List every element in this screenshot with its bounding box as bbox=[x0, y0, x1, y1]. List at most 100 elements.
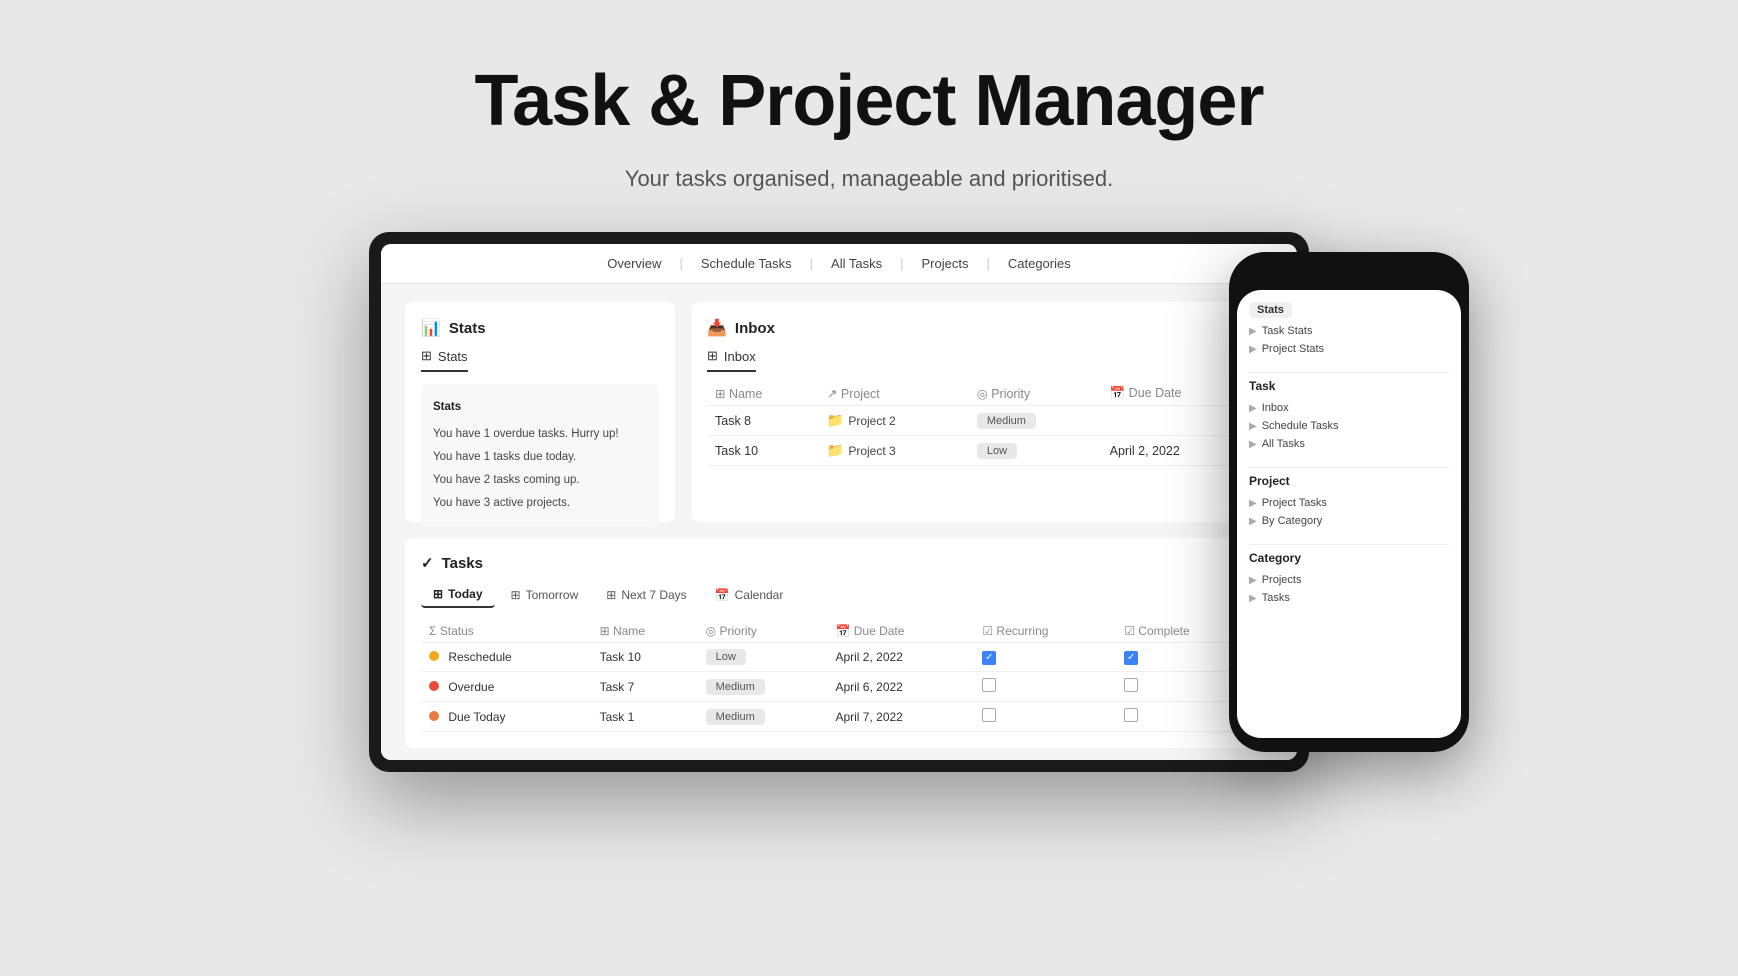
stat-msg-2: You have 1 tasks due today. bbox=[433, 446, 647, 469]
tasks-title: Tasks bbox=[442, 555, 483, 572]
phone-label-inbox: Inbox bbox=[1262, 402, 1289, 414]
stats-chart-icon: 📊 bbox=[421, 318, 441, 338]
tab-today[interactable]: ⊞ Today bbox=[421, 582, 495, 608]
inbox-row-1: Task 8 📁 Project 2 Medium bbox=[707, 406, 1257, 436]
col-priority: ◎ Priority bbox=[698, 620, 828, 643]
checkbox-complete-empty-3[interactable] bbox=[1124, 708, 1138, 722]
checkmark-icon: ✓ bbox=[421, 554, 434, 572]
nav-overview[interactable]: Overview bbox=[607, 256, 661, 271]
inbox-task-10-name: Task 10 bbox=[707, 436, 819, 466]
inbox-col-name: ⊞ Name bbox=[707, 382, 819, 406]
inbox-table: ⊞ Name ↗ Project ◎ Priority 📅 Due Date T… bbox=[707, 382, 1257, 466]
task-3-due: April 7, 2022 bbox=[827, 702, 974, 732]
inbox-panel-header: 📥 Inbox bbox=[707, 318, 1257, 338]
nav-categories[interactable]: Categories bbox=[1008, 256, 1071, 271]
phone-nav-inbox[interactable]: ▶ Inbox bbox=[1249, 399, 1449, 417]
checkbox-complete-checked[interactable]: ✓ bbox=[1124, 651, 1138, 665]
folder-icon-1: 📁 bbox=[827, 412, 844, 429]
task-2-name: Task 7 bbox=[592, 672, 698, 702]
hero-subtitle: Your tasks organised, manageable and pri… bbox=[20, 166, 1718, 192]
phone-category-title: Category bbox=[1249, 551, 1449, 565]
stats-panel: 📊 Stats ⊞ Stats Stats You have 1 overdue… bbox=[405, 302, 675, 522]
phone-label-task-stats: Task Stats bbox=[1262, 325, 1313, 337]
task-2-priority: Medium bbox=[698, 672, 828, 702]
tasks-tabs: ⊞ Today ⊞ Tomorrow ⊞ Next 7 Days 📅 bbox=[421, 582, 1257, 608]
phone-project-title: Project bbox=[1249, 474, 1449, 488]
task-2-recurring[interactable] bbox=[974, 672, 1116, 702]
nav-schedule[interactable]: Schedule Tasks bbox=[701, 256, 792, 271]
inbox-task-8-name: Task 8 bbox=[707, 406, 819, 436]
grid-icon-inbox: ⊞ bbox=[707, 348, 718, 364]
arrow-icon-5: ▶ bbox=[1249, 439, 1257, 450]
task-2-due: April 6, 2022 bbox=[827, 672, 974, 702]
phone-nav-by-category[interactable]: ▶ By Category bbox=[1249, 512, 1449, 530]
phone-device: Stats ▶ Task Stats ▶ Project Stats Task … bbox=[1229, 252, 1469, 752]
task-row-3: Due Today Task 1 Medium April 7, 2022 bbox=[421, 702, 1257, 732]
nav-sep-3: | bbox=[900, 256, 903, 271]
phone-divider-3 bbox=[1249, 544, 1449, 545]
phone-task-title: Task bbox=[1249, 379, 1449, 393]
arrow-icon-1: ▶ bbox=[1249, 326, 1257, 337]
inbox-tab-label: Inbox bbox=[724, 349, 756, 364]
phone-label-projects: Projects bbox=[1262, 574, 1302, 586]
stat-msg-1: You have 1 overdue tasks. Hurry up! bbox=[433, 423, 647, 446]
task-1-recurring[interactable]: ✓ bbox=[974, 643, 1116, 672]
phone-label-by-category: By Category bbox=[1262, 515, 1323, 527]
phone-group-task: Task ▶ Inbox ▶ Schedule Tasks ▶ All Task… bbox=[1249, 379, 1449, 453]
phone-nav-projects[interactable]: ▶ Projects bbox=[1249, 571, 1449, 589]
stat-msg-4: You have 3 active projects. bbox=[433, 492, 647, 515]
task-1-due: April 2, 2022 bbox=[827, 643, 974, 672]
phone-nav-task-stats[interactable]: ▶ Task Stats bbox=[1249, 322, 1449, 340]
inbox-task-8-project: 📁 Project 2 bbox=[819, 406, 969, 436]
stats-inner-title: Stats bbox=[433, 396, 647, 419]
arrow-icon-9: ▶ bbox=[1249, 593, 1257, 604]
phone-nav-all-tasks[interactable]: ▶ All Tasks bbox=[1249, 435, 1449, 453]
checkbox-complete-empty[interactable] bbox=[1124, 678, 1138, 692]
nav-projects[interactable]: Projects bbox=[922, 256, 969, 271]
phone-nav-project-stats[interactable]: ▶ Project Stats bbox=[1249, 340, 1449, 358]
task-2-status: Overdue bbox=[421, 672, 592, 702]
task-3-priority: Medium bbox=[698, 702, 828, 732]
task-3-name: Task 1 bbox=[592, 702, 698, 732]
phone-screen: Stats ▶ Task Stats ▶ Project Stats Task … bbox=[1237, 290, 1461, 738]
checkbox-recurring-checked[interactable]: ✓ bbox=[982, 651, 996, 665]
nav-sep-4: | bbox=[986, 256, 989, 271]
arrow-icon-2: ▶ bbox=[1249, 344, 1257, 355]
phone-divider-2 bbox=[1249, 467, 1449, 468]
folder-icon-2: 📁 bbox=[827, 442, 844, 459]
phone-nav-schedule-tasks[interactable]: ▶ Schedule Tasks bbox=[1249, 417, 1449, 435]
checkbox-recurring-empty[interactable] bbox=[982, 678, 996, 692]
phone-label-all-tasks: All Tasks bbox=[1262, 438, 1305, 450]
tablet-device: Overview | Schedule Tasks | All Tasks | … bbox=[369, 232, 1309, 772]
arrow-icon-6: ▶ bbox=[1249, 498, 1257, 509]
inbox-row-2: Task 10 📁 Project 3 Low bbox=[707, 436, 1257, 466]
top-row: 📊 Stats ⊞ Stats Stats You have 1 overdue… bbox=[405, 302, 1273, 522]
tab-next7[interactable]: ⊞ Next 7 Days bbox=[594, 582, 698, 608]
task-1-status: Reschedule bbox=[421, 643, 592, 672]
phone-group-category: Category ▶ Projects ▶ Tasks bbox=[1249, 551, 1449, 607]
task-3-recurring[interactable] bbox=[974, 702, 1116, 732]
tasks-section: ✓ Tasks ⊞ Today ⊞ Tomorrow ⊞ bbox=[405, 538, 1273, 748]
phone-label-tasks: Tasks bbox=[1262, 592, 1290, 604]
inbox-tab[interactable]: ⊞ Inbox bbox=[707, 348, 756, 372]
inbox-task-10-project: 📁 Project 3 bbox=[819, 436, 969, 466]
stats-panel-header: 📊 Stats bbox=[421, 318, 659, 338]
hero-section: Task & Project Manager Your tasks organi… bbox=[0, 0, 1738, 232]
stats-highlight: Stats bbox=[1249, 302, 1292, 318]
inbox-task-8-priority: Medium bbox=[969, 406, 1102, 436]
col-recurring: ☑ Recurring bbox=[974, 620, 1116, 643]
calendar-icon-tab: 📅 bbox=[715, 588, 730, 602]
stats-tab[interactable]: ⊞ Stats bbox=[421, 348, 468, 372]
stats-tab-label: Stats bbox=[438, 349, 468, 364]
phone-nav-tasks[interactable]: ▶ Tasks bbox=[1249, 589, 1449, 607]
phone-label-project-tasks: Project Tasks bbox=[1262, 497, 1327, 509]
inbox-panel: 📥 Inbox ⊞ Inbox ⊞ Name ↗ Project bbox=[691, 302, 1273, 522]
phone-divider-1 bbox=[1249, 372, 1449, 373]
app-content: 📊 Stats ⊞ Stats Stats You have 1 overdue… bbox=[381, 284, 1297, 760]
nav-all-tasks[interactable]: All Tasks bbox=[831, 256, 882, 271]
phone-nav-project-tasks[interactable]: ▶ Project Tasks bbox=[1249, 494, 1449, 512]
tab-tomorrow[interactable]: ⊞ Tomorrow bbox=[499, 582, 591, 608]
inbox-col-project: ↗ Project bbox=[819, 382, 969, 406]
tab-calendar[interactable]: 📅 Calendar bbox=[703, 582, 796, 608]
checkbox-recurring-empty-3[interactable] bbox=[982, 708, 996, 722]
